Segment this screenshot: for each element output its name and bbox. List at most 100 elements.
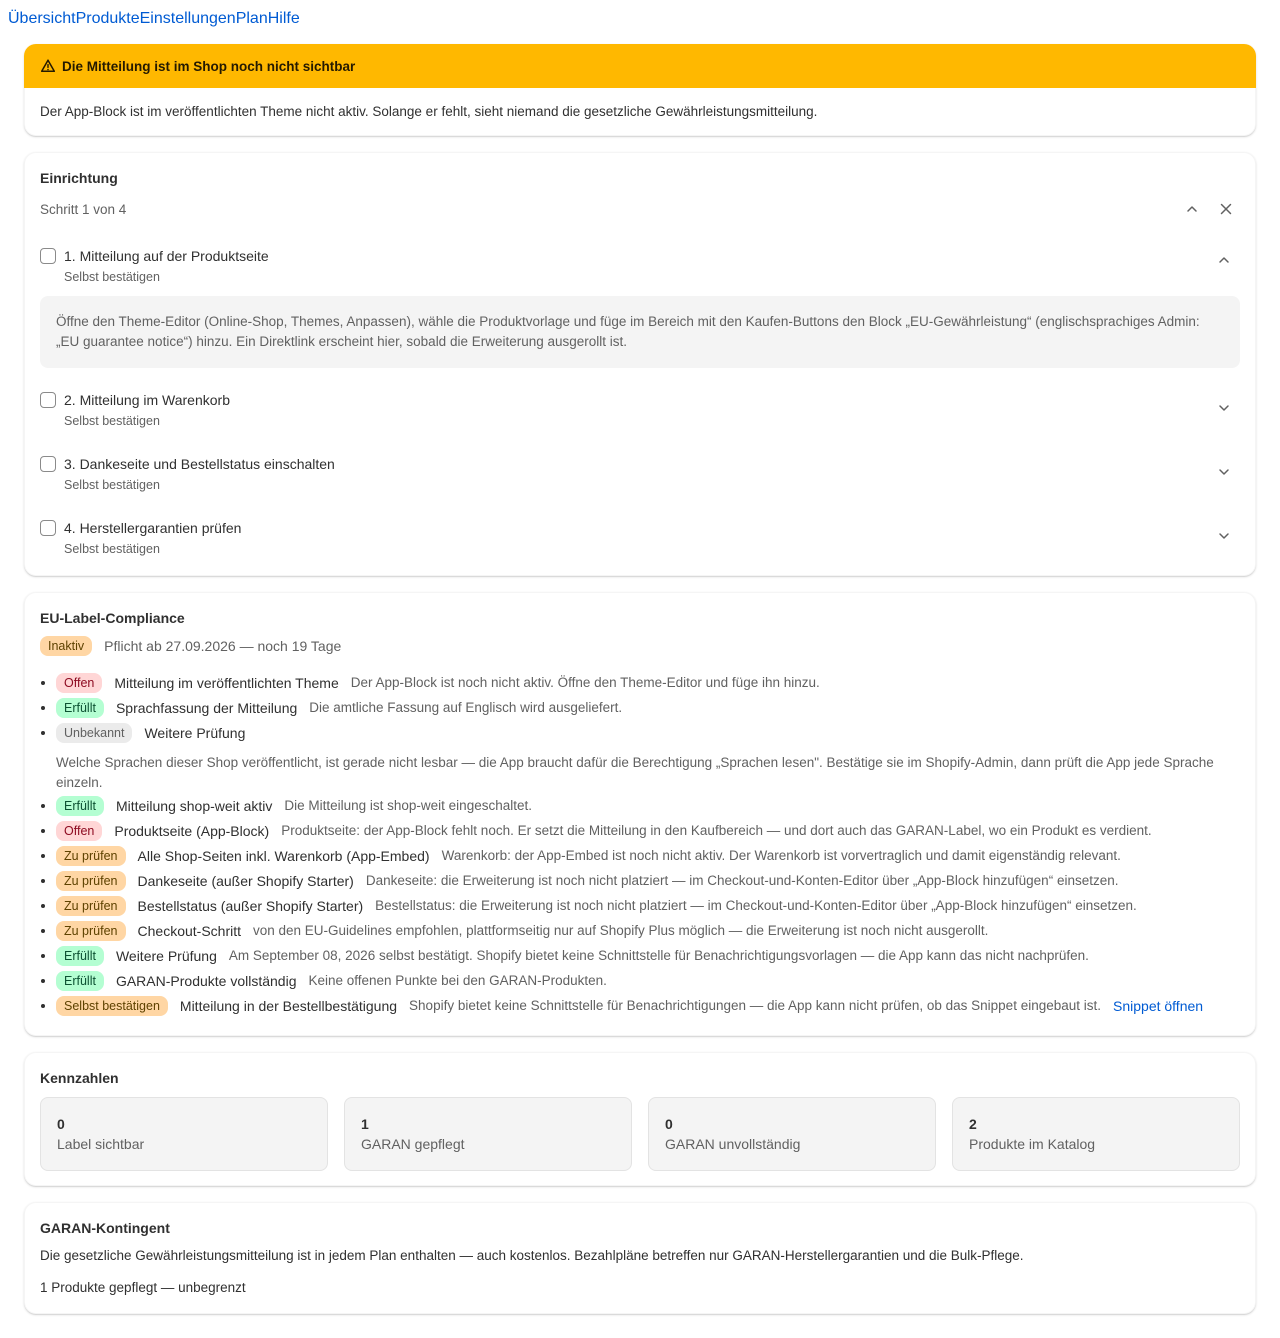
metric-value: 1 [361, 1116, 369, 1132]
step-3-label: 3. Dankeseite und Bestellstatus einschal… [64, 456, 335, 472]
checklist-item-description: Produktseite: der App-Block fehlt noch. … [281, 823, 1152, 838]
checklist-item: Offen Produktseite (App-Block) Produktseit… [40, 818, 1240, 843]
setup-title: Einrichtung [40, 170, 118, 186]
step-4-hint: Selbst bestätigen [64, 542, 160, 556]
compliance-status: Inaktiv Pflicht ab 27.09.2026 — noch 19 … [40, 636, 341, 656]
metric-label: Label sichtbar [57, 1136, 145, 1152]
metric-label-visible: 0 Label sichtbar [40, 1097, 328, 1171]
nav-einstellungen[interactable]: Einstellungen [140, 9, 236, 34]
checklist-item-name: Mitteilung in der Bestellbestätigung [179, 997, 398, 1014]
warning-banner: Die Mitteilung ist im Shop noch nicht si… [24, 44, 1256, 136]
checklist-item-description: Keine offenen Punkte bei den GARAN-Produ… [308, 973, 607, 988]
metric-garan-maintained: 1 GARAN gepflegt [344, 1097, 632, 1171]
banner-title: Die Mitteilung ist im Shop noch nicht si… [62, 58, 356, 74]
setup-card: Einrichtung Schritt 1 von 4 1. Mitteilun… [24, 152, 1256, 576]
chevron-down-icon[interactable] [1218, 402, 1230, 414]
collapse-icon[interactable] [1186, 203, 1198, 218]
quota-card: GARAN-Kontingent Die gesetzliche Gewährl… [24, 1202, 1256, 1314]
close-icon[interactable] [1220, 203, 1232, 218]
metric-value: 0 [57, 1116, 65, 1132]
nav-produkte[interactable]: Produkte [76, 9, 140, 34]
status-badge: Zu prüfen [56, 870, 126, 891]
step-4-label: 4. Herstellergarantien prüfen [64, 520, 242, 536]
step-2-hint: Selbst bestätigen [64, 414, 160, 428]
checklist-item: Erfüllt Sprachfassung der Mitteilung Die a… [40, 695, 1240, 720]
status-badge: Erfüllt [56, 697, 104, 718]
checklist-item: Offen Mitteilung im veröffentlichten Them… [40, 670, 1240, 695]
compliance-deadline: Pflicht ab 27.09.2026 — noch 19 Tage [104, 638, 342, 654]
compliance-card: EU-Label-Compliance Inaktiv Pflicht ab 2… [24, 592, 1256, 1036]
checklist-item-name: Produktseite (App-Block) [114, 822, 270, 839]
quota-title: GARAN-Kontingent [40, 1220, 170, 1236]
status-badge: Erfüllt [56, 795, 104, 816]
chevron-down-icon[interactable] [1218, 466, 1230, 478]
metric-label: Produkte im Katalog [969, 1136, 1096, 1152]
checklist-item: Zu prüfen Checkout-Schritt von den EU-Guid… [40, 918, 1240, 943]
status-badge: Zu prüfen [56, 895, 126, 916]
setup-step-4: 4. Herstellergarantien prüfen Selbst bes… [40, 520, 1240, 556]
nav-uebersicht[interactable]: Übersicht [8, 9, 76, 34]
step-2-label: 2. Mitteilung im Warenkorb [64, 392, 230, 408]
status-badge: Offen [56, 820, 103, 841]
setup-progress: Schritt 1 von 4 [40, 202, 127, 217]
chevron-down-icon[interactable] [1218, 530, 1230, 542]
snippet-open-link[interactable]: Snippet öffnen [1113, 998, 1203, 1014]
checklist-item-name: Mitteilung shop-weit aktiv [115, 797, 273, 814]
checklist-item-name: Alle Shop-Seiten inkl. Warenkorb (App-Em… [137, 847, 430, 864]
checklist-item-description: Am September 08, 2026 selbst bestätigt. … [228, 948, 1089, 963]
status-badge: Unbekannt [56, 722, 133, 743]
checklist-item-description: Shopify bietet keine Schnittstelle für B… [409, 998, 1102, 1013]
metrics-card: Kennzahlen 0 Label sichtbar 1 GARAN gepf… [24, 1052, 1256, 1186]
setup-step-3: 3. Dankeseite und Bestellstatus einschal… [40, 456, 1240, 492]
checklist-item-description: Die Mitteilung ist shop-weit eingeschalt… [284, 798, 532, 813]
checklist-item: Selbst bestätigen Mitteilung in der Beste… [40, 993, 1240, 1018]
chevron-up-icon[interactable] [1218, 254, 1230, 266]
checklist-item-description: Die amtliche Fassung auf Englisch wird a… [309, 700, 623, 715]
step-1-label: 1. Mitteilung auf der Produktseite [64, 248, 269, 264]
checklist-note: Welche Sprachen dieser Shop veröffentlic… [56, 755, 1214, 790]
status-badge: Zu prüfen [56, 845, 126, 866]
metric-label: GARAN gepflegt [361, 1136, 465, 1152]
checklist-item-name: Weitere Prüfung [144, 724, 246, 741]
nav-hilfe[interactable]: Hilfe [268, 9, 300, 34]
checklist-item: Unbekannt Weitere Prüfung [40, 720, 1240, 745]
checklist-item-name: Bestellstatus (außer Shopify Starter) [137, 897, 364, 914]
compliance-checklist: Offen Mitteilung im veröffentlichten Them… [40, 670, 1240, 1018]
checklist-item-name: Checkout-Schritt [137, 922, 241, 939]
quota-text: Die gesetzliche Gewährleistungsmitteilun… [40, 1248, 1024, 1263]
step-3-checkbox[interactable] [40, 456, 56, 472]
checklist-item-description: Warenkorb: der App-Embed ist noch nicht … [441, 848, 1121, 863]
warning-icon [40, 58, 56, 74]
checklist-item: Erfüllt Mitteilung shop-weit aktiv Die Mit… [40, 793, 1240, 818]
checklist-item-name: Mitteilung im veröffentlichten Theme [114, 674, 339, 691]
step-3-hint: Selbst bestätigen [64, 478, 160, 492]
checklist-item: Erfüllt GARAN-Produkte vollständig Keine o… [40, 968, 1240, 993]
setup-step-1: 1. Mitteilung auf der Produktseite Selbs… [40, 248, 1240, 284]
nav-plan[interactable]: Plan [236, 9, 268, 34]
metric-label: GARAN unvollständig [665, 1136, 801, 1152]
top-nav: Übersicht Produkte Einstellungen Plan Hi… [0, 0, 1280, 34]
checklist-item-description: Bestellstatus: die Erweiterung ist noch … [375, 898, 1137, 913]
checklist-item-name: Weitere Prüfung [115, 947, 217, 964]
status-badge: Erfüllt [56, 970, 104, 991]
banner-text: Der App-Block ist im veröffentlichten Th… [40, 104, 818, 119]
setup-step-2: 2. Mitteilung im Warenkorb Selbst bestät… [40, 392, 1240, 428]
checklist-item-description: von den EU-Guidelines empfohlen, plattfo… [253, 923, 989, 938]
checklist-item: Zu prüfen Dankeseite (außer Shopify Start… [40, 868, 1240, 893]
checklist-item-description: Dankeseite: die Erweiterung ist noch nic… [365, 873, 1119, 888]
status-badge: Zu prüfen [56, 920, 126, 941]
step-1-checkbox[interactable] [40, 248, 56, 264]
metrics-title: Kennzahlen [40, 1070, 119, 1086]
metric-garan-incomplete: 0 GARAN unvollständig [648, 1097, 936, 1171]
step-1-detail: Öffne den Theme-Editor (Online-Shop, The… [40, 296, 1240, 368]
metric-products-in-catalog: 2 Produkte im Katalog [952, 1097, 1240, 1171]
checklist-item-name: Dankeseite (außer Shopify Starter) [137, 872, 354, 889]
metric-value: 2 [969, 1116, 977, 1132]
step-2-checkbox[interactable] [40, 392, 56, 408]
checklist-item-name: GARAN-Produkte vollständig [115, 972, 297, 989]
step-4-checkbox[interactable] [40, 520, 56, 536]
status-badge: Selbst bestätigen [56, 995, 168, 1016]
quota-usage: 1 Produkte gepflegt — unbegrenzt [40, 1280, 246, 1295]
status-badge: Offen [56, 672, 103, 693]
checklist-item: Zu prüfen Bestellstatus (außer Shopify St… [40, 893, 1240, 918]
